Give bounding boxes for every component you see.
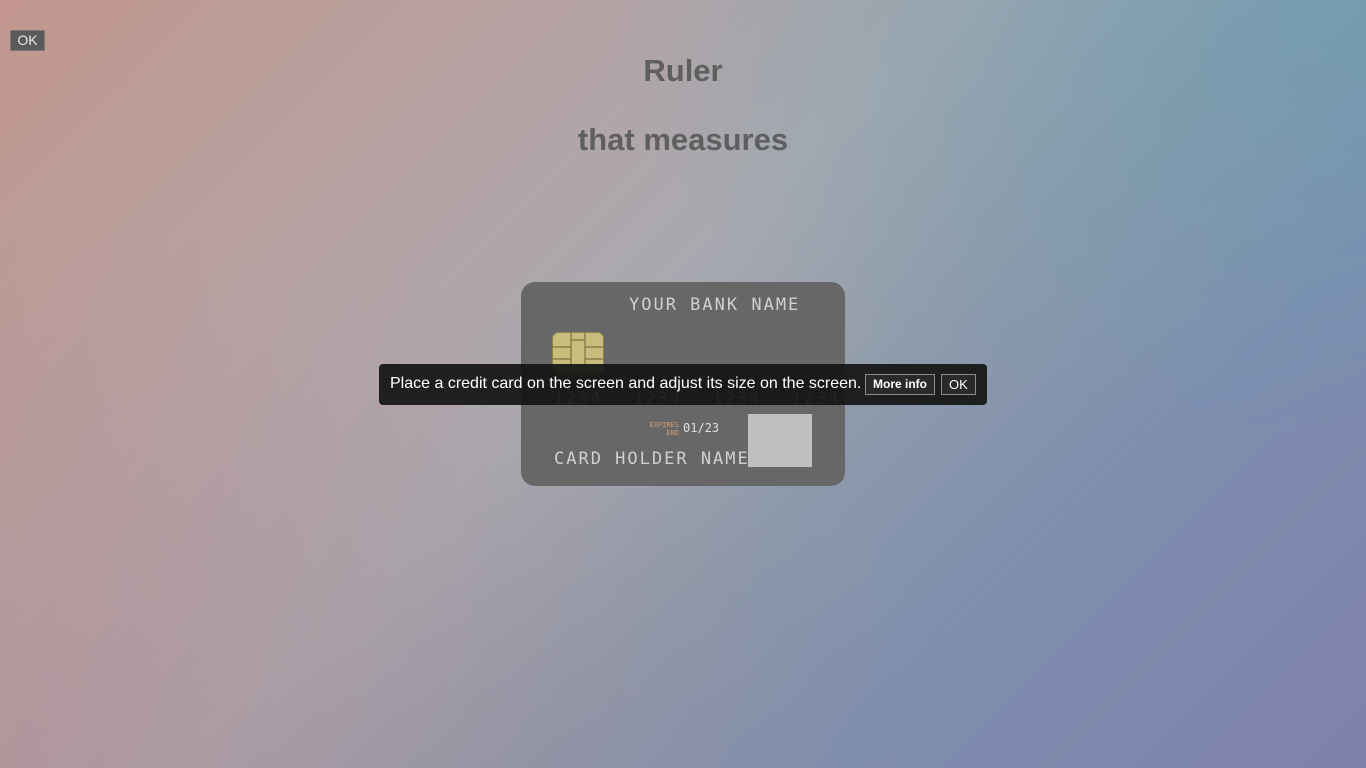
card-photo-placeholder (748, 414, 812, 467)
toast-message: Place a credit card on the screen and ad… (390, 375, 862, 392)
card-holder-name: CARD HOLDER NAME (554, 449, 750, 469)
toast-ok-button[interactable]: OK (941, 374, 976, 395)
card-bank-name: YOUR BANK NAME (629, 295, 801, 315)
instruction-toast: Place a credit card on the screen and ad… (379, 364, 987, 405)
card-expires-label: EXPIRES END (635, 421, 679, 437)
expires-label-line2: END (666, 429, 679, 437)
corner-ok-button[interactable]: OK (10, 30, 45, 51)
page-title: Ruler (643, 53, 723, 88)
page-subtitle: that measures (577, 122, 789, 157)
more-info-button[interactable]: More info (865, 374, 935, 395)
expires-label-line1: EXPIRES (649, 421, 679, 429)
card-expiry-date: 01/23 (683, 421, 720, 435)
